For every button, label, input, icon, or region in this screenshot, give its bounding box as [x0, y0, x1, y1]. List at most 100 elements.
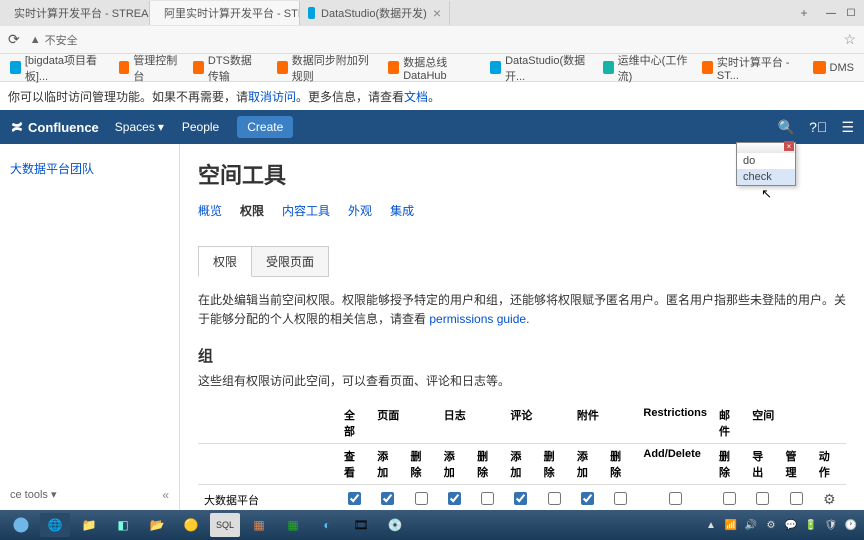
perm-check-attach-del[interactable]	[614, 492, 627, 505]
permissions-table: 全部 页面 日志 评论 附件 Restrictions 邮件 空间 查看 添加 …	[198, 403, 846, 510]
menu-icon[interactable]: ☰	[841, 119, 854, 136]
ac-item-do[interactable]: do	[737, 153, 795, 169]
maximize-button[interactable]: ☐	[842, 6, 860, 20]
perm-check-mail-del[interactable]	[723, 492, 736, 505]
bookmark-4[interactable]: 数据总线DataHub	[388, 54, 476, 82]
tray-icon[interactable]: 🔊	[744, 518, 758, 532]
sub-add: 添加	[371, 444, 404, 485]
perm-check-export[interactable]	[756, 492, 769, 505]
taskbar: 🌐 📁 ◧ 📂 🟡 SQL ▦ ▦ ◐ 🎞 💿 ▲ 📶 🔊 ⚙ 💬 🔋 🛡 🕐	[0, 510, 864, 540]
new-tab-button[interactable]: +	[794, 6, 814, 20]
task-folder[interactable]: 📂	[142, 513, 172, 537]
bookmark-label: 实时计算平台 - ST...	[717, 54, 799, 82]
task-explorer[interactable]: 📁	[74, 513, 104, 537]
bookmark-label: 运维中心(工作流)	[618, 52, 688, 84]
minimize-button[interactable]: —	[822, 6, 840, 20]
sub-del: 删除	[471, 444, 504, 485]
help-icon[interactable]: ?⃝	[809, 119, 827, 135]
tray-icon[interactable]: ▲	[704, 518, 718, 532]
tray-icon[interactable]: 🔋	[804, 518, 818, 532]
perm-check-blog-add[interactable]	[448, 492, 461, 505]
task-media[interactable]: 🎞	[346, 513, 376, 537]
confluence-logo[interactable]: Confluence	[10, 120, 99, 135]
collapse-icon[interactable]: «	[162, 488, 169, 502]
bookmark-7[interactable]: 实时计算平台 - ST...	[702, 54, 799, 82]
bookmark-5[interactable]: DataStudio(数据开...	[490, 52, 589, 84]
subtab-permissions[interactable]: 权限	[198, 246, 252, 277]
bookmark-3[interactable]: 数据同步附加列规则	[277, 52, 375, 84]
reload-icon[interactable]: ⟳	[8, 31, 20, 48]
bookmark-label: [bigdata项目看板]...	[25, 52, 105, 84]
bookmark-icon	[813, 61, 826, 74]
nav-spaces[interactable]: Spaces▾	[115, 120, 164, 134]
browser-tab-0[interactable]: 实时计算开发平台 - STREA ×	[0, 1, 150, 25]
perm-check-restrict[interactable]	[669, 492, 682, 505]
tray-icon[interactable]: 🕐	[844, 518, 858, 532]
task-app3[interactable]: 💿	[380, 513, 410, 537]
perm-check-admin[interactable]	[790, 492, 803, 505]
address-bar: ⟳ ▲ 不安全 ☆	[0, 26, 864, 54]
browser-tab-1[interactable]: 阿里实时计算开发平台 - STREA ×	[150, 1, 300, 25]
bookmark-icon	[277, 61, 288, 74]
perm-check-page-add[interactable]	[381, 492, 394, 505]
task-app1[interactable]: ◧	[108, 513, 138, 537]
th-restrict: Restrictions	[637, 403, 713, 444]
perm-check-blog-del[interactable]	[481, 492, 494, 505]
bookmark-1[interactable]: 管理控制台	[119, 52, 180, 84]
tab-look[interactable]: 外观	[348, 202, 372, 225]
bookmark-6[interactable]: 运维中心(工作流)	[603, 52, 688, 84]
close-icon[interactable]: ×	[433, 5, 441, 21]
task-ppt[interactable]: ▦	[244, 513, 274, 537]
autocomplete-popup: × do check	[736, 142, 796, 186]
task-app2[interactable]: ◐	[312, 513, 342, 537]
popup-titlebar: ×	[737, 143, 795, 153]
browser-tab-2[interactable]: DataStudio(数据开发) ×	[300, 1, 450, 25]
tab-title-2: DataStudio(数据开发)	[321, 5, 427, 21]
th-blog: 日志	[438, 403, 505, 444]
perm-check-attach-add[interactable]	[581, 492, 594, 505]
perm-check-page-del[interactable]	[415, 492, 428, 505]
sub-del: 删除	[405, 444, 438, 485]
doc-link[interactable]: 文档	[404, 88, 428, 105]
task-ie[interactable]: 🌐	[40, 513, 70, 537]
task-chrome[interactable]: 🟡	[176, 513, 206, 537]
perm-check-comment-add[interactable]	[514, 492, 527, 505]
perm-check-comment-del[interactable]	[548, 492, 561, 505]
tray-icon[interactable]: 📶	[724, 518, 738, 532]
task-excel[interactable]: ▦	[278, 513, 308, 537]
star-icon[interactable]: ☆	[843, 31, 856, 48]
gear-icon[interactable]: ⚙	[823, 491, 836, 507]
subtab-restricted[interactable]: 受限页面	[252, 246, 329, 277]
bookmark-0[interactable]: [bigdata项目看板]...	[10, 52, 105, 84]
tray-icon[interactable]: 💬	[784, 518, 798, 532]
sidebar-footer: ce tools ▾ «	[10, 488, 169, 502]
tab-title-0: 实时计算开发平台 - STREA	[14, 5, 148, 21]
bookmark-8[interactable]: DMS	[813, 61, 854, 74]
close-icon[interactable]: ×	[784, 141, 794, 151]
content: 大数据平台团队 ce tools ▾ « 空间工具 概览 权限 内容工具 外观 …	[0, 144, 864, 510]
tab-integrations[interactable]: 集成	[390, 202, 414, 225]
tray-icon[interactable]: ⚙	[764, 518, 778, 532]
search-icon[interactable]: 🔍	[778, 119, 795, 136]
sidebar: 大数据平台团队 ce tools ▾ «	[0, 144, 180, 510]
insecure-badge[interactable]: ▲ 不安全	[30, 32, 78, 48]
sub-del: 删除	[713, 444, 746, 485]
tray-icon[interactable]: 🛡	[824, 518, 838, 532]
sub-admin: 管理	[780, 444, 813, 485]
row-name: 大数据平台	[198, 485, 338, 510]
bookmark-2[interactable]: DTS数据传输	[193, 52, 263, 84]
tab-content-tools[interactable]: 内容工具	[282, 202, 330, 225]
sidebar-team-link[interactable]: 大数据平台团队	[10, 162, 94, 176]
nav-people[interactable]: People	[182, 120, 219, 134]
task-sql[interactable]: SQL	[210, 513, 240, 537]
cancel-access-link[interactable]: 取消访问	[248, 88, 296, 105]
permissions-guide-link[interactable]: permissions guide	[429, 312, 526, 326]
ac-item-check[interactable]: check	[737, 169, 795, 185]
tab-overview[interactable]: 概览	[198, 202, 222, 225]
create-button[interactable]: Create	[237, 116, 293, 138]
sidebar-tools[interactable]: ce tools ▾	[10, 488, 57, 502]
tab-permissions[interactable]: 权限	[240, 202, 264, 225]
start-button[interactable]	[6, 513, 36, 537]
tools-label: ce tools	[10, 489, 48, 501]
perm-check-all[interactable]	[348, 492, 361, 505]
